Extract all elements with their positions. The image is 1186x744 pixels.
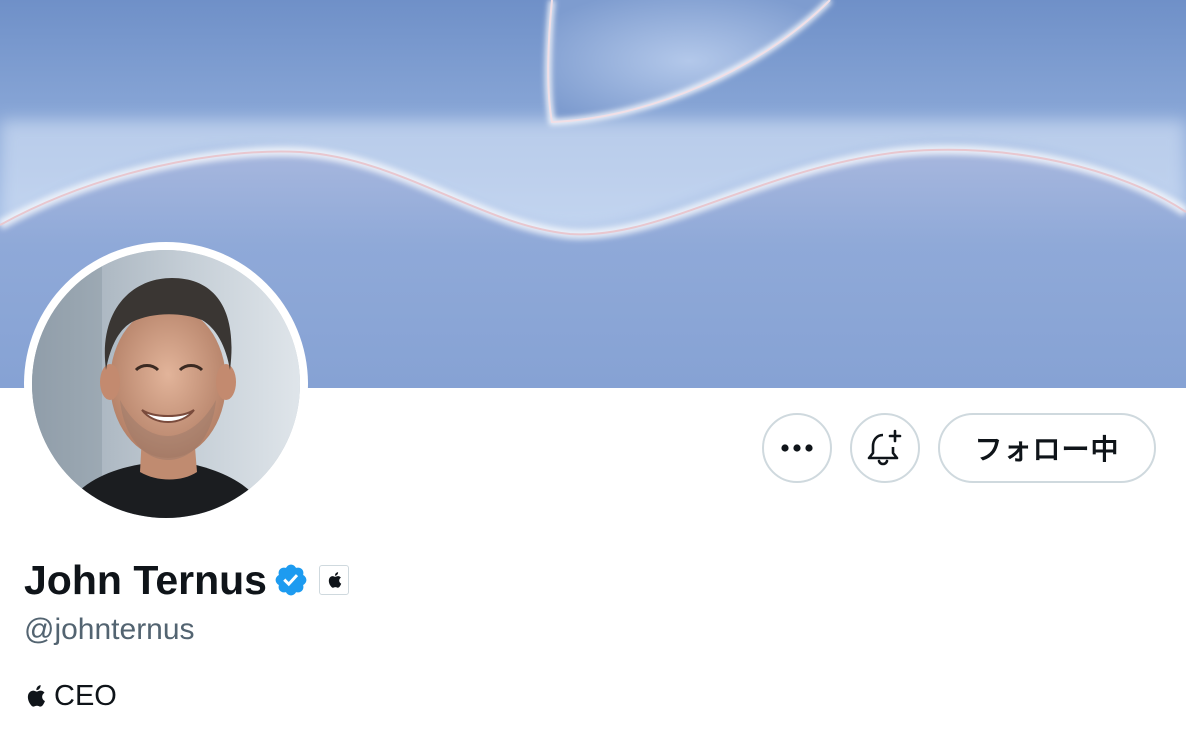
more-horizontal-icon bbox=[781, 444, 813, 452]
apple-logo-icon bbox=[27, 685, 45, 707]
bio-text: CEO bbox=[54, 679, 117, 712]
name-row: John Ternus bbox=[24, 552, 349, 608]
profile-page: フォロー中 John Ternus @johnternus CEO bbox=[0, 0, 1186, 744]
bio: CEO bbox=[24, 676, 117, 716]
affiliate-badge[interactable] bbox=[318, 565, 349, 595]
bell-plus-icon bbox=[867, 429, 902, 466]
apple-affiliate-icon bbox=[328, 572, 342, 588]
username-handle: @johnternus bbox=[24, 613, 195, 646]
avatar[interactable] bbox=[24, 242, 308, 526]
display-name: John Ternus bbox=[24, 557, 267, 603]
verified-badge-icon[interactable] bbox=[273, 562, 309, 598]
more-button[interactable] bbox=[762, 413, 832, 483]
notify-button[interactable] bbox=[850, 413, 920, 483]
avatar-photo bbox=[32, 250, 300, 518]
following-button[interactable]: フォロー中 bbox=[938, 413, 1156, 483]
person-photo-icon bbox=[32, 250, 300, 518]
